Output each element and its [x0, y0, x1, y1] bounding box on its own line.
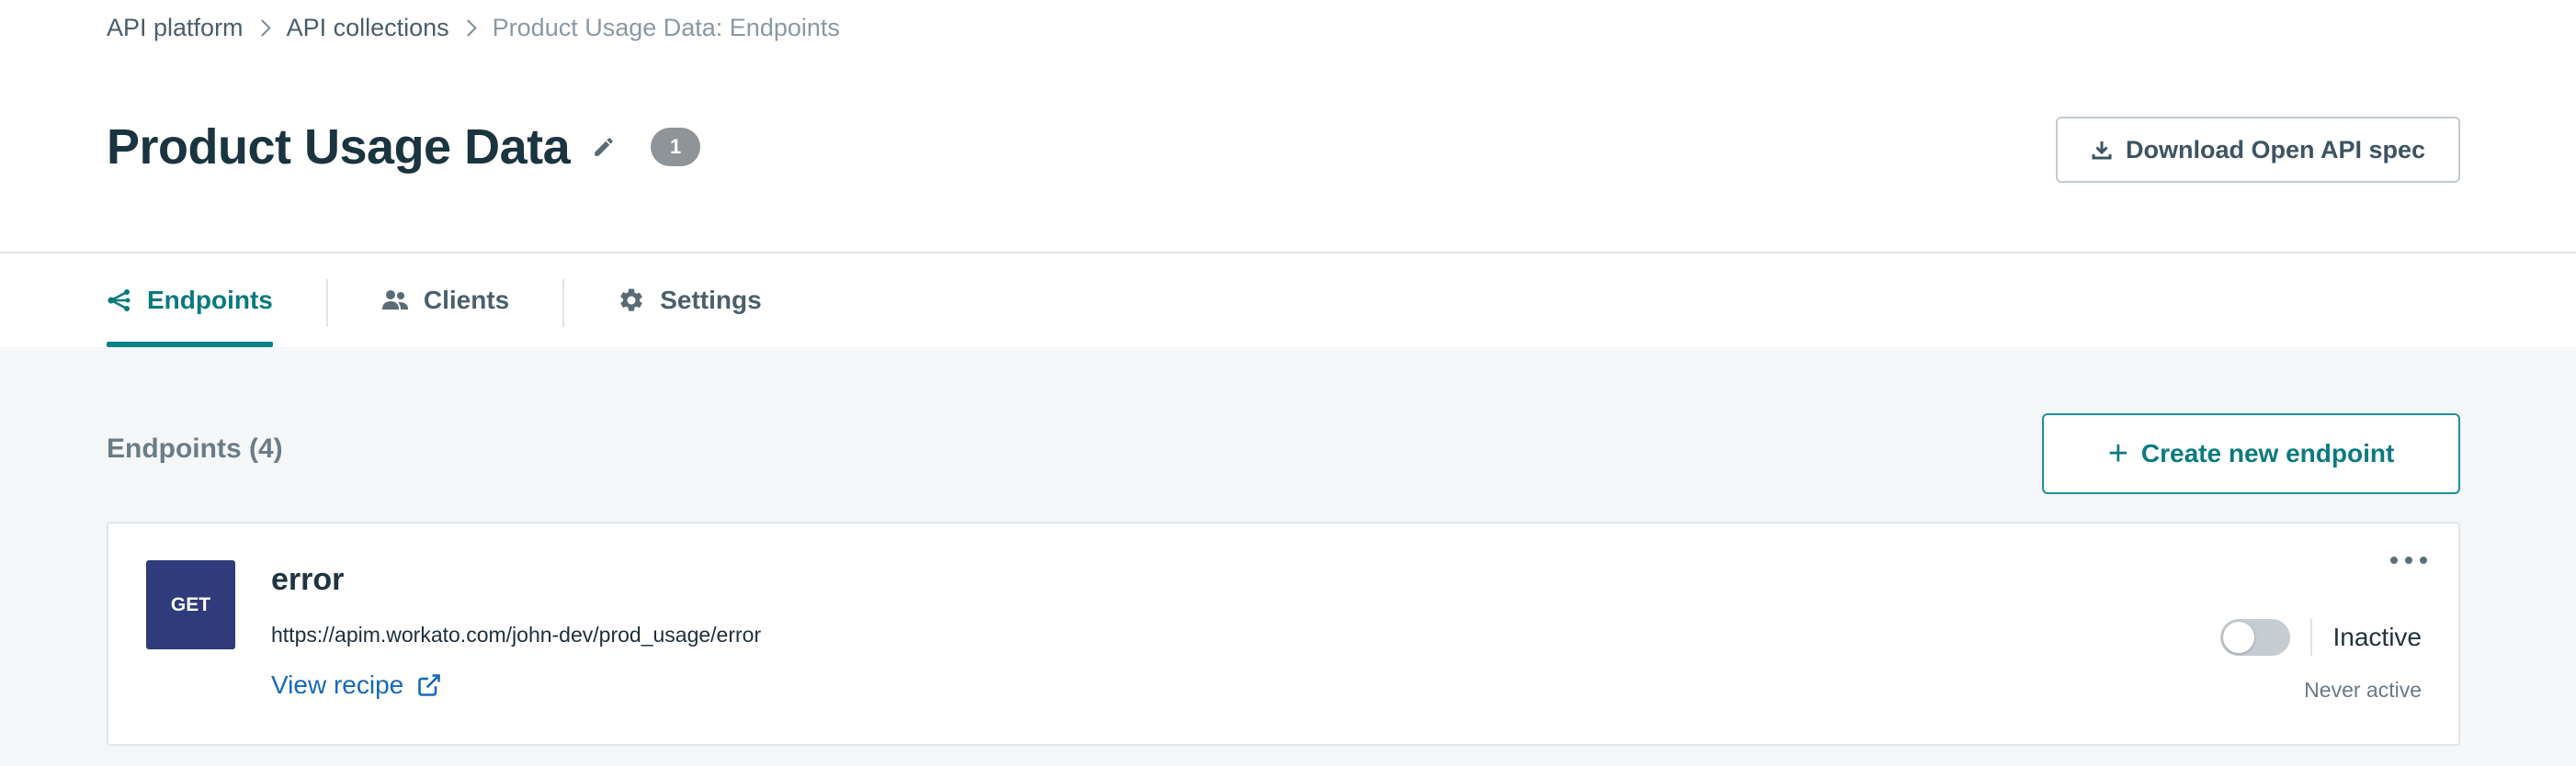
page-title: Product Usage Data — [107, 119, 571, 175]
tab-endpoints-label: Endpoints — [147, 286, 273, 314]
breadcrumb-item-api-collections[interactable]: API collections — [287, 14, 449, 42]
endpoints-icon — [108, 289, 131, 311]
chevron-right-icon — [459, 18, 477, 37]
breadcrumb: API platform API collections Product Usa… — [107, 9, 840, 46]
breadcrumb-item-api-platform[interactable]: API platform — [107, 14, 244, 42]
external-link-icon — [418, 674, 441, 696]
tab-clients-label: Clients — [423, 286, 510, 314]
page-header: API platform API collections Product Usa… — [0, 0, 2576, 253]
title-row: Product Usage Data 1 — [107, 110, 701, 184]
tab-divider — [325, 279, 328, 327]
endpoint-active-toggle[interactable] — [2220, 619, 2290, 656]
tab-endpoints[interactable]: Endpoints — [107, 253, 273, 347]
http-method-badge: GET — [146, 560, 235, 649]
endpoints-panel: Endpoints (4) + Create new endpoint GET … — [0, 347, 2576, 766]
breadcrumb-item-current: Product Usage Data: Endpoints — [492, 13, 840, 41]
create-new-endpoint-button[interactable]: + Create new endpoint — [2042, 413, 2460, 494]
tab-list: Endpoints Clients Settings — [107, 253, 762, 347]
chevron-right-icon — [253, 18, 271, 37]
tab-settings-label: Settings — [660, 286, 762, 314]
download-icon — [2092, 141, 2112, 160]
tab-clients[interactable]: Clients — [381, 253, 509, 347]
more-options-icon[interactable] — [2390, 551, 2427, 569]
status-divider — [2310, 619, 2312, 656]
endpoint-status: Inactive — [2332, 623, 2423, 651]
endpoint-card[interactable]: GET error https://apim.workato.com/john-… — [107, 522, 2460, 746]
tab-divider — [562, 279, 565, 327]
tab-settings[interactable]: Settings — [618, 253, 762, 347]
plus-icon: + — [2107, 434, 2128, 473]
endpoints-count-heading: Endpoints (4) — [107, 434, 283, 464]
endpoint-name[interactable]: error — [271, 562, 344, 598]
users-icon — [381, 290, 408, 310]
view-recipe-link[interactable]: View recipe — [271, 670, 442, 700]
endpoint-last-active: Never active — [2304, 678, 2422, 702]
create-button-label: Create new endpoint — [2140, 439, 2395, 467]
toggle-knob — [2223, 622, 2254, 653]
view-recipe-label: View recipe — [271, 670, 404, 699]
version-badge: 1 — [651, 128, 701, 166]
pencil-icon[interactable] — [590, 133, 618, 161]
endpoint-url: https://apim.workato.com/john-dev/prod_u… — [271, 623, 762, 647]
download-openapi-spec-button[interactable]: Download Open API spec — [2056, 117, 2460, 183]
download-button-label: Download Open API spec — [2125, 135, 2426, 163]
gear-icon — [620, 288, 642, 311]
